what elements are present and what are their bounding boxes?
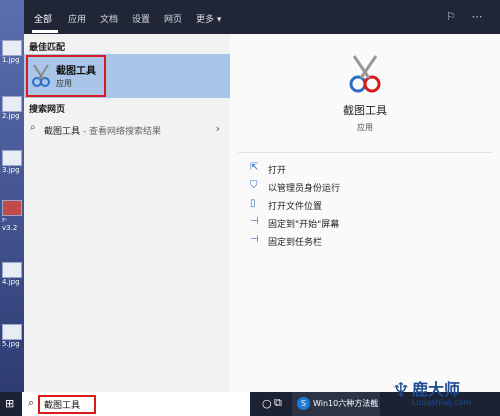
open-icon: ⇱: [250, 162, 259, 173]
desktop-background: 1.jpg 2.jpg 3.jpg r-v3.2 4.jpg 5.jpg: [0, 0, 24, 392]
best-match-header: 最佳匹配: [29, 43, 66, 53]
tab-apps[interactable]: 应用: [68, 12, 86, 25]
desktop-file-4[interactable]: 4.jpg: [2, 262, 22, 286]
start-search-panel: 全部 应用 文档 设置 网页 更多 ▾ ⚐ ⋯ 最佳匹配 截图工具 应用 搜索网…: [24, 0, 500, 392]
task-view-icon[interactable]: ⧉: [274, 396, 282, 410]
filter-tab-bar: 全部 应用 文档 设置 网页 更多 ▾ ⚐ ⋯: [24, 0, 500, 34]
desktop-archive[interactable]: r-v3.2: [2, 200, 22, 232]
pin-icon: ⊣: [250, 216, 259, 227]
tab-more[interactable]: 更多 ▾: [196, 12, 221, 25]
deer-logo-icon: ♆: [392, 378, 410, 402]
web-search-header: 搜索网页: [29, 105, 66, 115]
preview-pane: 截图工具 应用 ⇱ 打开 ⛉ 以管理员身份运行 ▯ 打开文件位置 ⊣ 固定到"开…: [230, 34, 500, 392]
feedback-icon[interactable]: ⚐: [444, 10, 458, 24]
cortana-icon[interactable]: ○: [262, 397, 272, 410]
app-type: 应用: [357, 123, 373, 132]
web-search-item[interactable]: ⌕ 截图工具 - 查看网络搜索结果 ›: [24, 116, 230, 142]
windows-start-icon[interactable]: ⊞: [5, 397, 14, 410]
tab-all[interactable]: 全部: [34, 12, 52, 25]
divider: [238, 152, 492, 153]
file-icon: ▯: [250, 198, 256, 209]
snipping-tool-large-icon: [349, 55, 381, 93]
search-icon: ⌕: [28, 396, 35, 409]
tab-settings[interactable]: 设置: [132, 12, 150, 25]
tab-web[interactable]: 网页: [164, 12, 182, 25]
desktop-file-2[interactable]: 2.jpg: [2, 96, 22, 120]
search-input[interactable]: 截图工具: [44, 398, 80, 411]
search-icon: ⌕: [30, 122, 36, 133]
shield-icon: ⛉: [250, 180, 258, 191]
web-hint: - 查看网络搜索结果: [80, 127, 161, 137]
chevron-right-icon[interactable]: ›: [216, 122, 220, 135]
desktop-file-1[interactable]: 1.jpg: [2, 40, 22, 64]
highlight-box: [26, 55, 106, 97]
desktop-file-3[interactable]: 3.jpg: [2, 150, 22, 174]
taskbar-app-button[interactable]: S Win10六种方法截: [292, 392, 380, 416]
more-options-icon[interactable]: ⋯: [470, 10, 484, 24]
tab-docs[interactable]: 文档: [100, 12, 118, 25]
chevron-down-icon: ▾: [216, 15, 222, 25]
desktop-file-5[interactable]: 5.jpg: [2, 324, 22, 348]
active-tab-indicator: [32, 30, 58, 33]
browser-icon: S: [297, 397, 310, 410]
results-pane: 最佳匹配 截图工具 应用 搜索网页 ⌕ 截图工具 - 查看网络搜索结果 ›: [24, 34, 230, 392]
web-query: 截图工具: [44, 127, 81, 137]
app-title: 截图工具: [343, 104, 387, 117]
pin-icon: ⊣: [250, 234, 259, 245]
watermark: ♆ 鹿大师 Ludashiwj.com: [392, 378, 472, 407]
